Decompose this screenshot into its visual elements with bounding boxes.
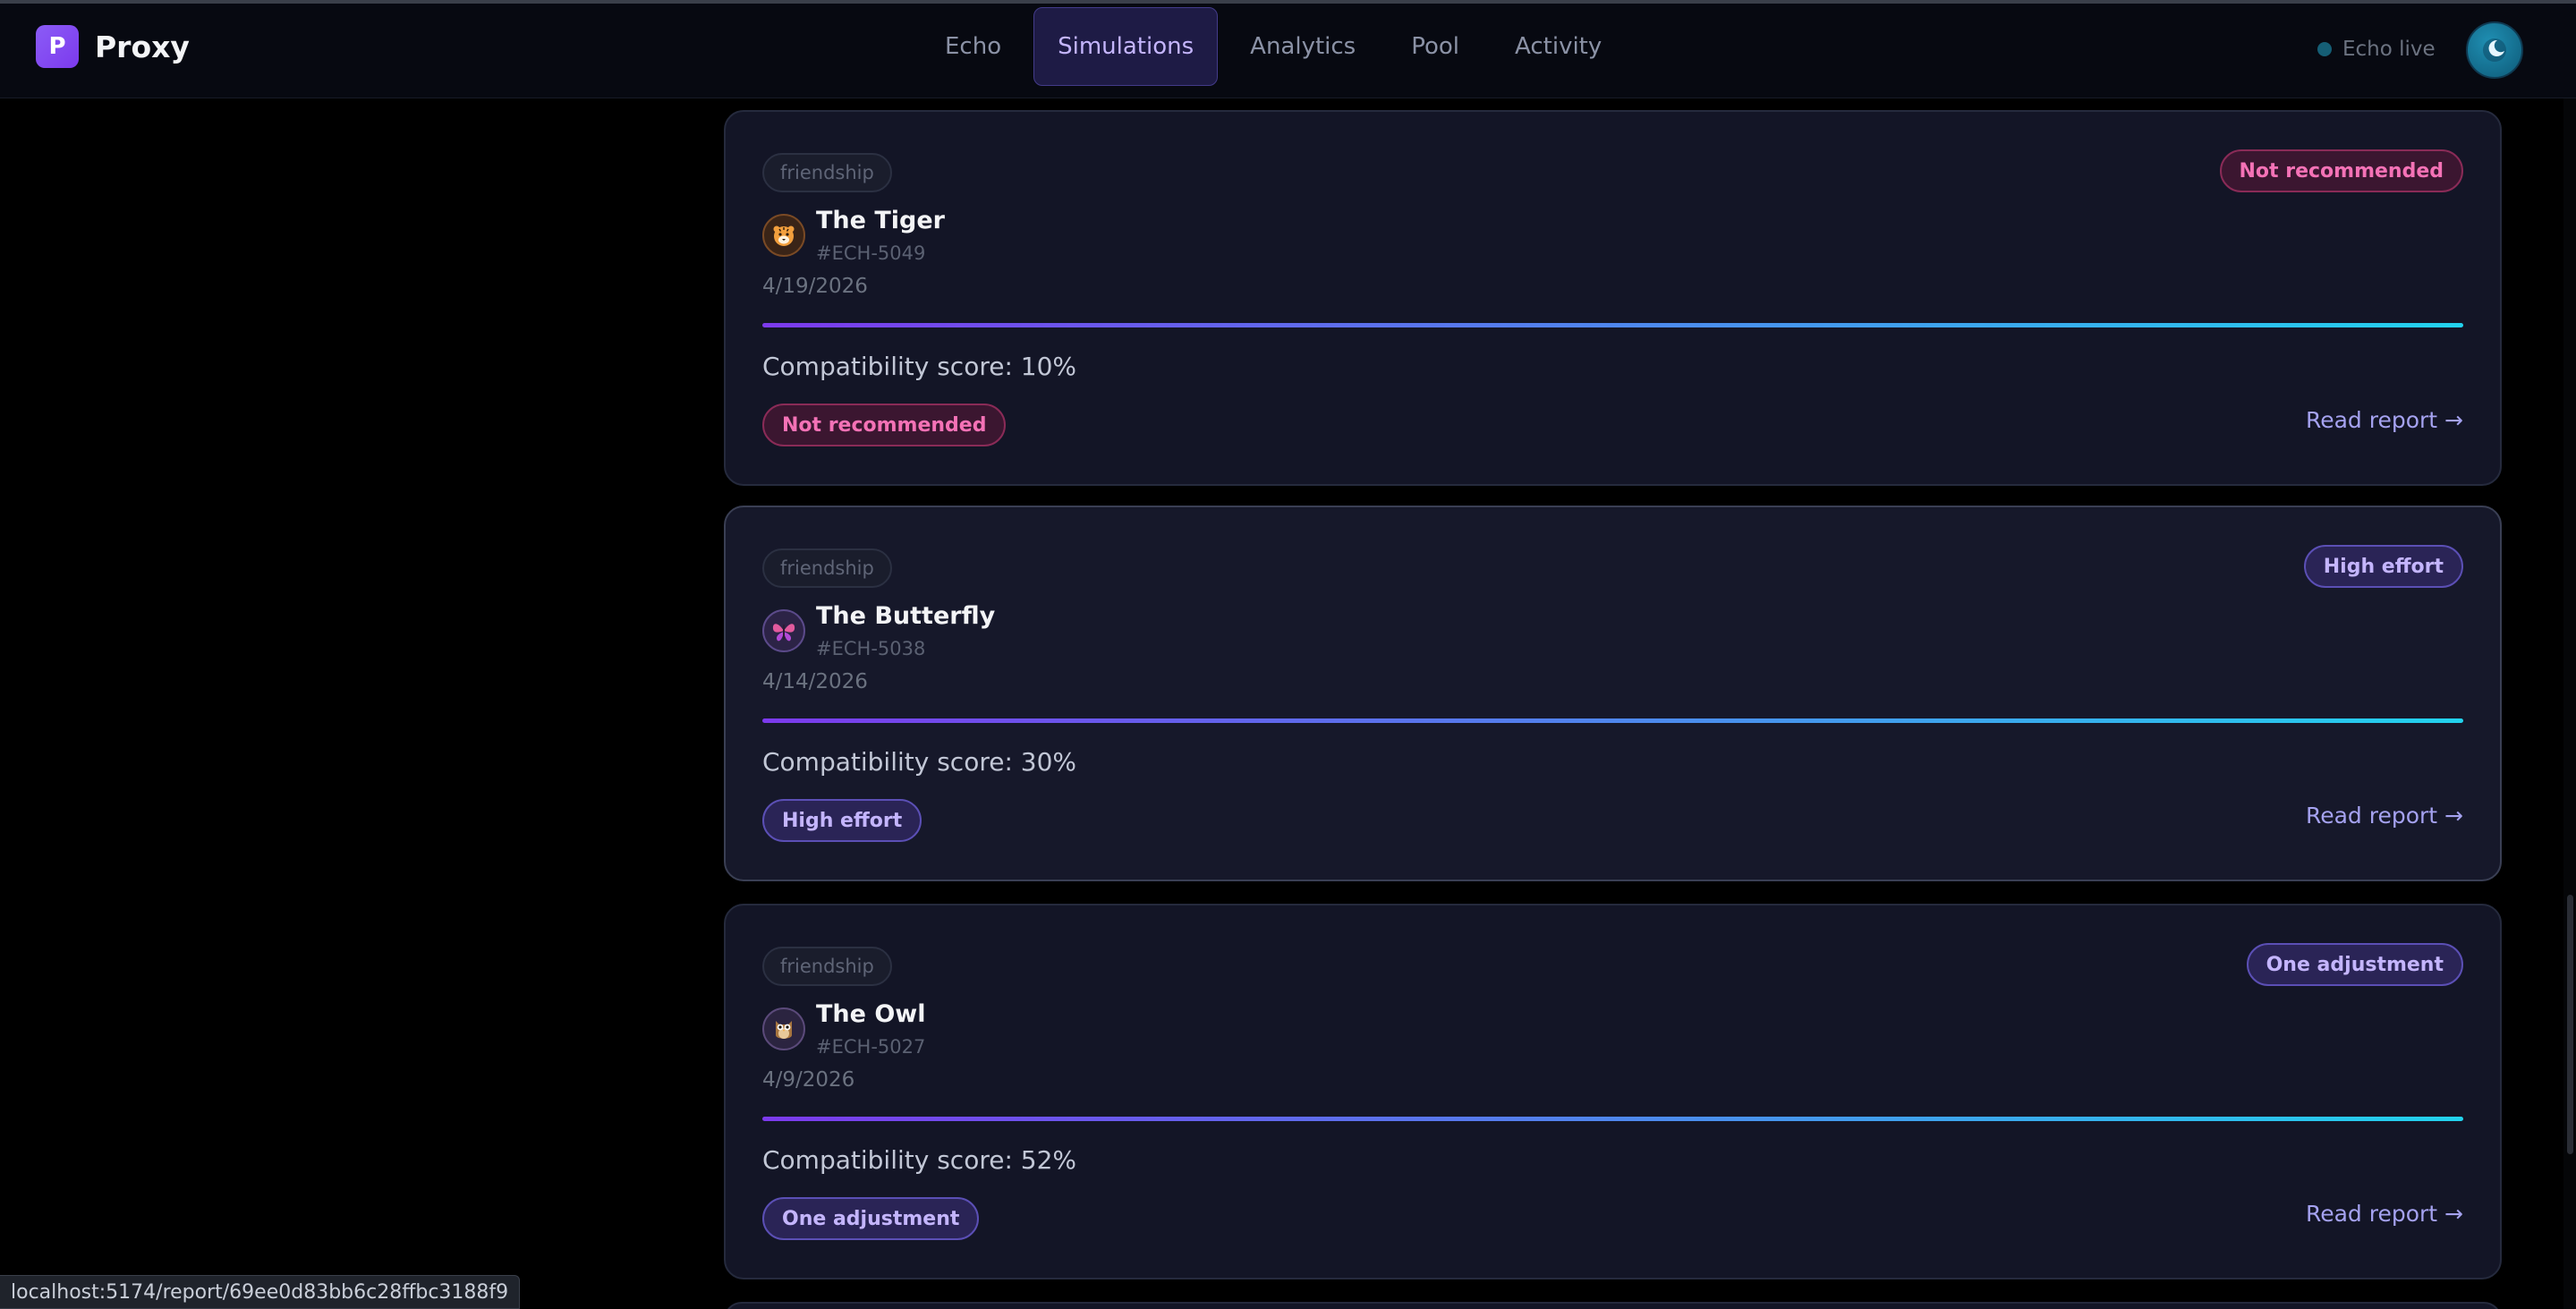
- profile-name: The Owl: [816, 1000, 926, 1028]
- progress-fill: [762, 718, 2463, 723]
- compatibility-score: Compatibility score: 52%: [762, 1145, 1077, 1175]
- read-report-link[interactable]: Read report →: [2306, 803, 2463, 829]
- verdict-badge: One adjustment: [762, 1197, 980, 1240]
- echo-status: Echo live: [2317, 38, 2436, 61]
- profile-code: #ECH-5027: [816, 1036, 926, 1058]
- main-nav: Echo Simulations Analytics Pool Activity: [922, 7, 1634, 86]
- simulation-date: 4/9/2026: [762, 1068, 855, 1092]
- nav-tab-echo[interactable]: Echo: [922, 7, 1024, 86]
- user-avatar[interactable]: [2466, 21, 2523, 79]
- top-navigation-bar: P Proxy Echo Simulations Analytics Pool …: [0, 0, 2576, 98]
- recommendation-badge: One adjustment: [2246, 943, 2463, 986]
- brand[interactable]: P Proxy: [36, 25, 190, 68]
- nav-tab-analytics[interactable]: Analytics: [1227, 7, 1379, 86]
- owl-icon: [762, 1007, 805, 1050]
- category-tag: friendship: [762, 947, 892, 986]
- nav-tab-pool[interactable]: Pool: [1388, 7, 1483, 86]
- status-label: Echo live: [2342, 38, 2436, 61]
- nav-tab-simulations[interactable]: Simulations: [1033, 7, 1219, 86]
- brand-logo-icon: P: [36, 25, 79, 68]
- verdict-badge: High effort: [762, 799, 922, 842]
- verdict-badge: Not recommended: [762, 404, 1007, 446]
- category-tag: friendship: [762, 153, 892, 192]
- app-root: P Proxy Echo Simulations Analytics Pool …: [0, 0, 2576, 1309]
- scrollbar-thumb[interactable]: [2567, 895, 2573, 1154]
- profile-code: #ECH-5038: [816, 638, 926, 659]
- brand-name: Proxy: [95, 29, 190, 64]
- compatibility-progress-bar: [762, 323, 2463, 327]
- recommendation-badge: Not recommended: [2219, 149, 2463, 192]
- compatibility-score: Compatibility score: 30%: [762, 747, 1077, 777]
- read-report-link[interactable]: Read report →: [2306, 407, 2463, 433]
- simulation-date: 4/19/2026: [762, 275, 868, 298]
- simulation-card[interactable]: friendship High effort The Butterfly #EC…: [724, 506, 2502, 881]
- simulation-card[interactable]: friendship Not recommended The Tiger #EC…: [724, 110, 2502, 486]
- profile-name: The Tiger: [816, 207, 945, 234]
- simulation-card-partial[interactable]: [724, 1302, 2502, 1309]
- recommendation-badge: High effort: [2303, 545, 2463, 588]
- butterfly-icon: [762, 609, 805, 652]
- read-report-link[interactable]: Read report →: [2306, 1201, 2463, 1227]
- progress-fill: [762, 323, 2463, 327]
- profile-name: The Butterfly: [816, 602, 996, 630]
- nav-tab-activity[interactable]: Activity: [1492, 7, 1625, 86]
- profile-code: #ECH-5049: [816, 242, 926, 264]
- progress-fill: [762, 1117, 2463, 1121]
- simulation-date: 4/14/2026: [762, 670, 868, 693]
- simulation-card[interactable]: friendship One adjustment The Owl #ECH-5…: [724, 904, 2502, 1279]
- compatibility-score: Compatibility score: 10%: [762, 352, 1077, 381]
- status-dot-icon: [2317, 42, 2332, 56]
- category-tag: friendship: [762, 548, 892, 588]
- tiger-icon: [762, 214, 805, 257]
- link-url-status: localhost:5174/report/69ee0d83bb6c28ffbc…: [0, 1275, 521, 1309]
- compatibility-progress-bar: [762, 718, 2463, 723]
- compatibility-progress-bar: [762, 1117, 2463, 1121]
- moon-icon: [2483, 38, 2506, 62]
